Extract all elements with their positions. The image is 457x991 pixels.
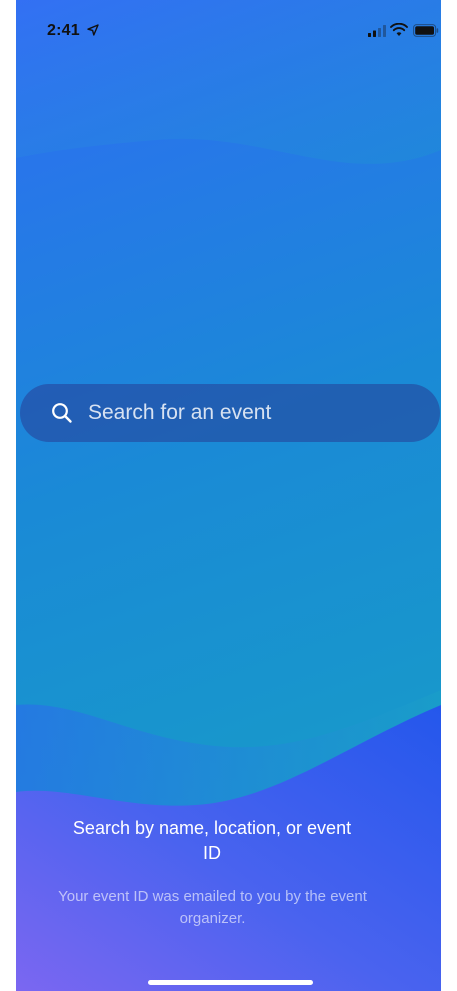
status-time: 2:41 <box>47 22 80 39</box>
location-arrow-icon <box>87 24 99 36</box>
status-bar: 2:41 <box>16 0 441 64</box>
wifi-icon <box>390 23 408 36</box>
battery-icon <box>413 24 439 37</box>
search-bar[interactable] <box>20 384 440 442</box>
search-icon <box>52 403 72 423</box>
cellular-signal-icon <box>368 25 386 37</box>
helper-title: Search by name, location, or event ID <box>72 818 352 863</box>
search-input[interactable] <box>88 384 408 442</box>
home-indicator[interactable] <box>148 980 313 985</box>
helper-subtitle: Your event ID was emailed to you by the … <box>58 888 367 927</box>
